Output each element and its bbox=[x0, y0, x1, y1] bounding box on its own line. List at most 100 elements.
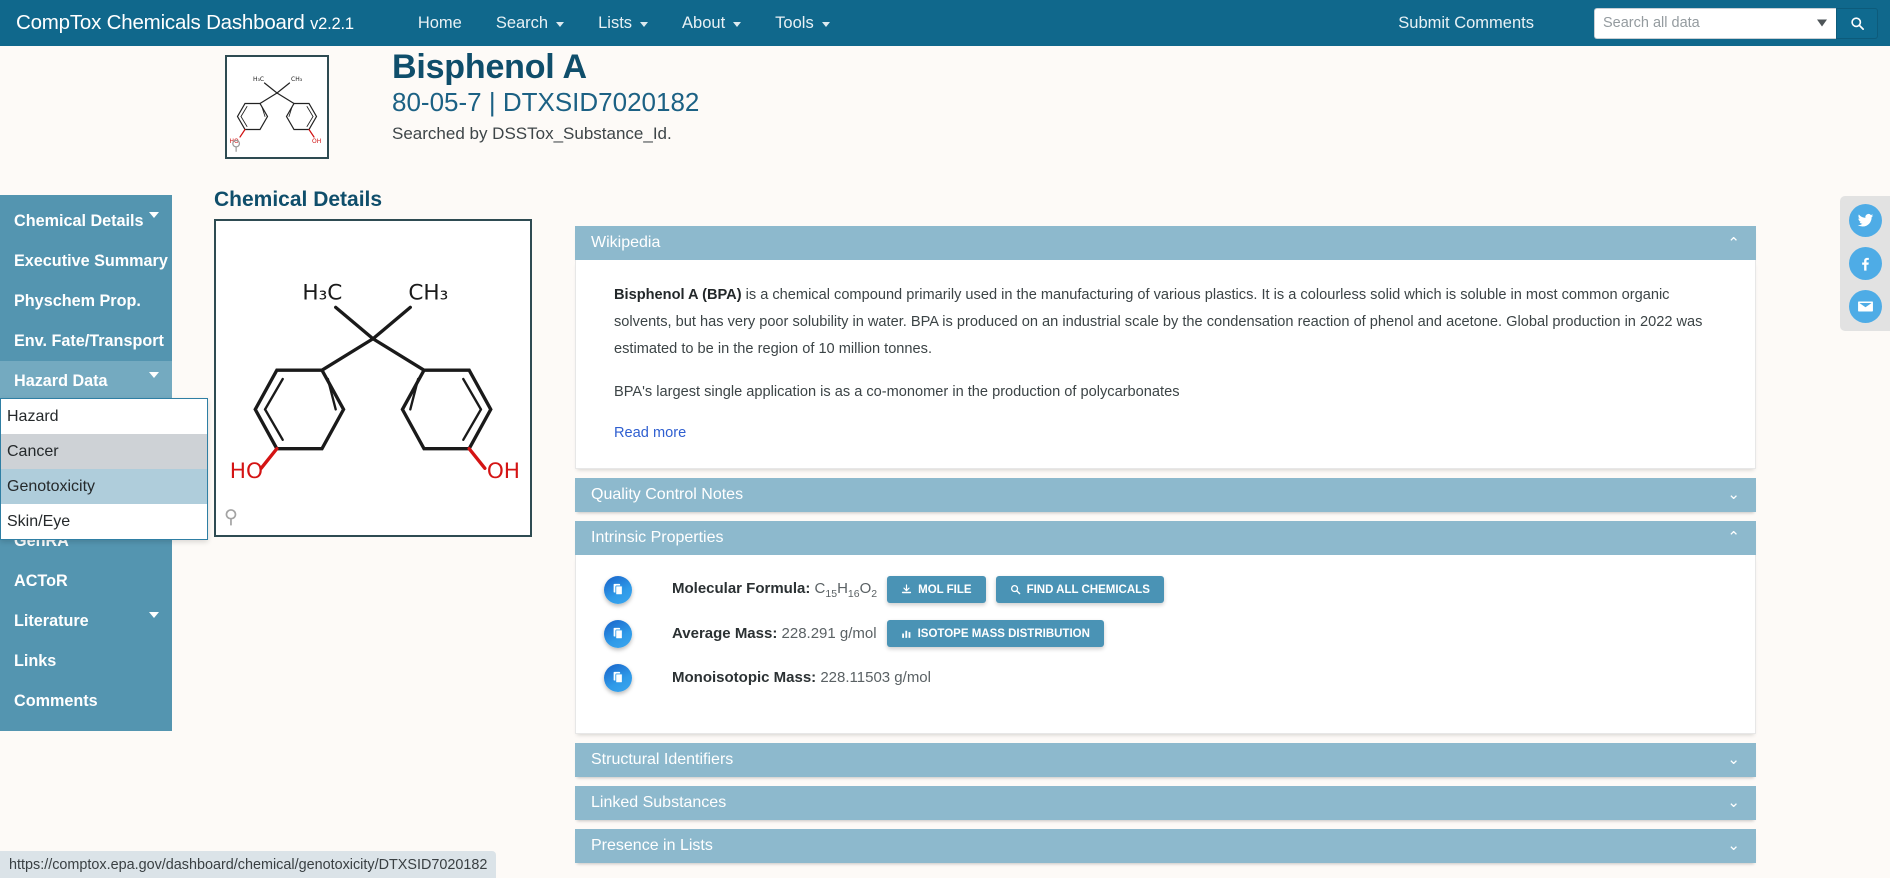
property-value-molecular-formula: C15H16O2 bbox=[815, 580, 878, 597]
nav-item-search[interactable]: Search bbox=[479, 14, 581, 33]
app-brand[interactable]: CompTox Chemicals Dashboard v2.2.1 bbox=[16, 11, 354, 35]
nav-item-lists-label: Lists bbox=[598, 14, 632, 33]
sidebar-item-hazard-data[interactable]: Hazard Data bbox=[0, 361, 172, 401]
nav-item-lists[interactable]: Lists bbox=[581, 14, 665, 33]
dropdown-item-genotoxicity[interactable]: Genotoxicity bbox=[1, 469, 207, 504]
nav-item-home[interactable]: Home bbox=[401, 14, 479, 33]
facebook-share-button[interactable] bbox=[1849, 247, 1882, 280]
brand-title: CompTox Chemicals Dashboard bbox=[16, 11, 305, 34]
panel-wikipedia-body: Bisphenol A (BPA) is a chemical compound… bbox=[575, 260, 1756, 469]
copy-icon[interactable] bbox=[604, 576, 632, 604]
search-icon bbox=[1010, 584, 1021, 595]
panel-linked-substances-header[interactable]: Linked Substances ⌄ bbox=[575, 786, 1756, 820]
magnifier-plus-icon[interactable]: ⚲ bbox=[224, 506, 238, 529]
sidebar-item-executive-summary[interactable]: Executive Summary bbox=[0, 241, 172, 281]
panel-presence-in-lists-header[interactable]: Presence in Lists ⌄ bbox=[575, 829, 1756, 863]
twitter-share-button[interactable] bbox=[1849, 204, 1882, 237]
isotope-mass-distribution-label: ISOTOPE MASS DISTRIBUTION bbox=[918, 628, 1090, 640]
magnifier-plus-icon[interactable]: ⚲ bbox=[231, 137, 241, 154]
svg-text:OH: OH bbox=[487, 459, 520, 484]
panel-structural-identifiers-header[interactable]: Structural Identifiers ⌄ bbox=[575, 743, 1756, 777]
nav-item-home-label: Home bbox=[418, 14, 462, 33]
panel-wikipedia-header[interactable]: Wikipedia ⌃ bbox=[575, 226, 1756, 260]
bisphenol-a-thumb-structure: H₃C CH₃ HO OH bbox=[227, 57, 327, 157]
chemical-thumbnail[interactable]: H₃C CH₃ HO OH ⚲ bbox=[225, 55, 329, 159]
sidebar-item-label: Chemical Details bbox=[14, 212, 144, 231]
content-panels: Wikipedia ⌃ Bisphenol A (BPA) is a chemi… bbox=[575, 226, 1756, 872]
wikipedia-lead-term: Bisphenol A (BPA) bbox=[614, 287, 742, 303]
copy-glyph bbox=[612, 671, 625, 684]
sidebar-item-comments[interactable]: Comments bbox=[0, 681, 172, 721]
navbar-right: Submit Comments Search all data bbox=[1398, 8, 1890, 39]
sidebar-item-physchem-prop[interactable]: Physchem Prop. bbox=[0, 281, 172, 321]
nav-item-tools[interactable]: Tools bbox=[758, 14, 847, 33]
dropdown-item-label: Hazard bbox=[7, 408, 59, 426]
nav-item-search-label: Search bbox=[496, 14, 548, 33]
mol-file-button[interactable]: MOL FILE bbox=[887, 576, 985, 603]
sidebar-item-label: Env. Fate/Transport bbox=[14, 332, 164, 351]
panel-quality-control-notes-header[interactable]: Quality Control Notes ⌄ bbox=[575, 478, 1756, 512]
wikipedia-paragraph-2: BPA's largest single application is as a… bbox=[614, 379, 1717, 406]
section-heading: Chemical Details bbox=[214, 188, 382, 212]
dropdown-item-hazard[interactable]: Hazard bbox=[1, 399, 207, 434]
status-url: https://comptox.epa.gov/dashboard/chemic… bbox=[9, 857, 487, 873]
dropdown-item-label: Genotoxicity bbox=[7, 478, 95, 496]
panel-intrinsic-properties: Intrinsic Properties ⌃ Molecular Formula… bbox=[575, 521, 1756, 734]
chevron-down-icon bbox=[149, 612, 159, 618]
property-label-molecular-formula: Molecular Formula: C15H16O2 bbox=[672, 580, 877, 600]
copy-icon[interactable] bbox=[604, 664, 632, 692]
panel-presence-in-lists: Presence in Lists ⌄ bbox=[575, 829, 1756, 863]
sidebar-item-label: Hazard Data bbox=[14, 372, 108, 391]
svg-text:OH: OH bbox=[312, 138, 321, 145]
sidebar-item-actor[interactable]: ACToR bbox=[0, 561, 172, 601]
panel-quality-control-notes: Quality Control Notes ⌄ bbox=[575, 478, 1756, 512]
find-all-chemicals-button[interactable]: FIND ALL CHEMICALS bbox=[996, 576, 1164, 603]
chevron-down-icon: ⌄ bbox=[1727, 795, 1740, 810]
sidebar-item-chemical-details[interactable]: Chemical Details bbox=[0, 201, 172, 241]
property-label-monoisotopic-mass: Monoisotopic Mass: 228.11503 g/mol bbox=[672, 669, 931, 686]
svg-text:H₃C: H₃C bbox=[253, 76, 264, 83]
dropdown-item-cancer[interactable]: Cancer bbox=[1, 434, 207, 469]
panel-intrinsic-properties-header[interactable]: Intrinsic Properties ⌃ bbox=[575, 521, 1756, 555]
submit-comments-link[interactable]: Submit Comments bbox=[1398, 14, 1534, 33]
browser-status-bar: https://comptox.epa.gov/dashboard/chemic… bbox=[0, 851, 496, 878]
chevron-down-icon bbox=[1817, 20, 1827, 27]
nav-links: Home Search Lists About Tools bbox=[401, 14, 847, 33]
search-button[interactable] bbox=[1836, 8, 1878, 39]
wikipedia-paragraph-1-text: is a chemical compound primarily used in… bbox=[614, 287, 1702, 357]
facebook-icon bbox=[1857, 255, 1874, 272]
copy-glyph bbox=[612, 627, 625, 640]
sidebar-item-env-fate-transport[interactable]: Env. Fate/Transport bbox=[0, 321, 172, 361]
download-icon bbox=[901, 584, 912, 595]
page-title: Bisphenol A bbox=[392, 48, 699, 86]
chevron-up-icon: ⌃ bbox=[1727, 530, 1740, 545]
wikipedia-paragraph-1: Bisphenol A (BPA) is a chemical compound… bbox=[614, 282, 1717, 363]
dropdown-item-label: Cancer bbox=[7, 443, 59, 461]
bisphenol-a-structure: H₃C CH₃ HO OH bbox=[216, 221, 530, 535]
isotope-mass-distribution-button[interactable]: ISOTOPE MASS DISTRIBUTION bbox=[887, 620, 1104, 647]
email-share-button[interactable] bbox=[1849, 290, 1882, 323]
panel-title: Quality Control Notes bbox=[591, 486, 743, 504]
copy-icon[interactable] bbox=[604, 620, 632, 648]
read-more-link[interactable]: Read more bbox=[614, 425, 686, 441]
twitter-icon bbox=[1857, 212, 1874, 229]
search-input[interactable]: Search all data bbox=[1594, 8, 1836, 39]
sidebar-item-links[interactable]: Links bbox=[0, 641, 172, 681]
dropdown-item-skin-eye[interactable]: Skin/Eye bbox=[1, 504, 207, 539]
panel-title: Presence in Lists bbox=[591, 837, 713, 855]
search-placeholder: Search all data bbox=[1603, 15, 1700, 31]
chevron-down-icon bbox=[556, 22, 564, 27]
brand-version: v2.2.1 bbox=[310, 15, 354, 33]
global-search: Search all data bbox=[1594, 8, 1878, 39]
sidebar-item-label: Literature bbox=[14, 612, 89, 631]
copy-glyph bbox=[612, 583, 625, 596]
nav-item-about[interactable]: About bbox=[665, 14, 758, 33]
panel-structural-identifiers: Structural Identifiers ⌄ bbox=[575, 743, 1756, 777]
hazard-data-dropdown-menu: Hazard Cancer Genotoxicity Skin/Eye bbox=[0, 398, 208, 540]
sidebar-item-literature[interactable]: Literature bbox=[0, 601, 172, 641]
svg-text:H₃C: H₃C bbox=[302, 281, 342, 306]
sidebar-item-label: Physchem Prop. bbox=[14, 292, 141, 311]
searched-by-text: Searched by DSSTox_Substance_Id. bbox=[392, 124, 699, 144]
property-label-average-mass: Average Mass: 228.291 g/mol bbox=[672, 625, 877, 642]
property-value-monoisotopic-mass: 228.11503 g/mol bbox=[820, 669, 931, 686]
